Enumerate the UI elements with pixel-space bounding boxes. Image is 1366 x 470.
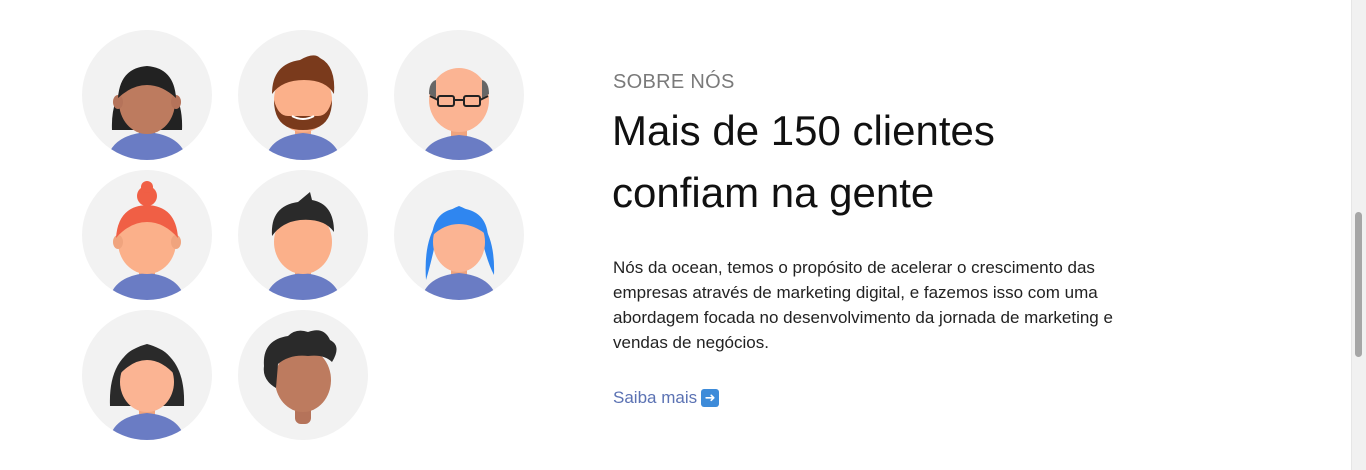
- avatar-woman-black-bob: [82, 30, 212, 160]
- scrollbar-thumb[interactable]: [1355, 212, 1362, 357]
- avatar-man-red-beard: [238, 30, 368, 160]
- saiba-mais-link[interactable]: Saiba mais ➜: [613, 388, 720, 408]
- section-description: Nós da ocean, temos o propósito de acele…: [613, 258, 1113, 352]
- avatar-woman-blue-hair: [394, 170, 524, 300]
- arrow-right-icon: ➜: [701, 389, 720, 407]
- about-section: SOBRE NÓS Mais de 150 clientes confiam n…: [0, 0, 1366, 470]
- avatar-man-black-spiky: [238, 170, 368, 300]
- page-scrollbar[interactable]: [1351, 0, 1366, 470]
- avatar-man-curly-dark: [238, 310, 368, 440]
- saiba-mais-label: Saiba mais: [613, 388, 698, 407]
- avatar-woman-black-short: [82, 310, 212, 440]
- section-eyebrow: SOBRE NÓS: [613, 71, 735, 93]
- section-headline: Mais de 150 clientes confiam na gente: [612, 107, 995, 216]
- avatar-man-bald-glasses: [394, 30, 524, 160]
- avatar-woman-red-bun: [82, 170, 212, 300]
